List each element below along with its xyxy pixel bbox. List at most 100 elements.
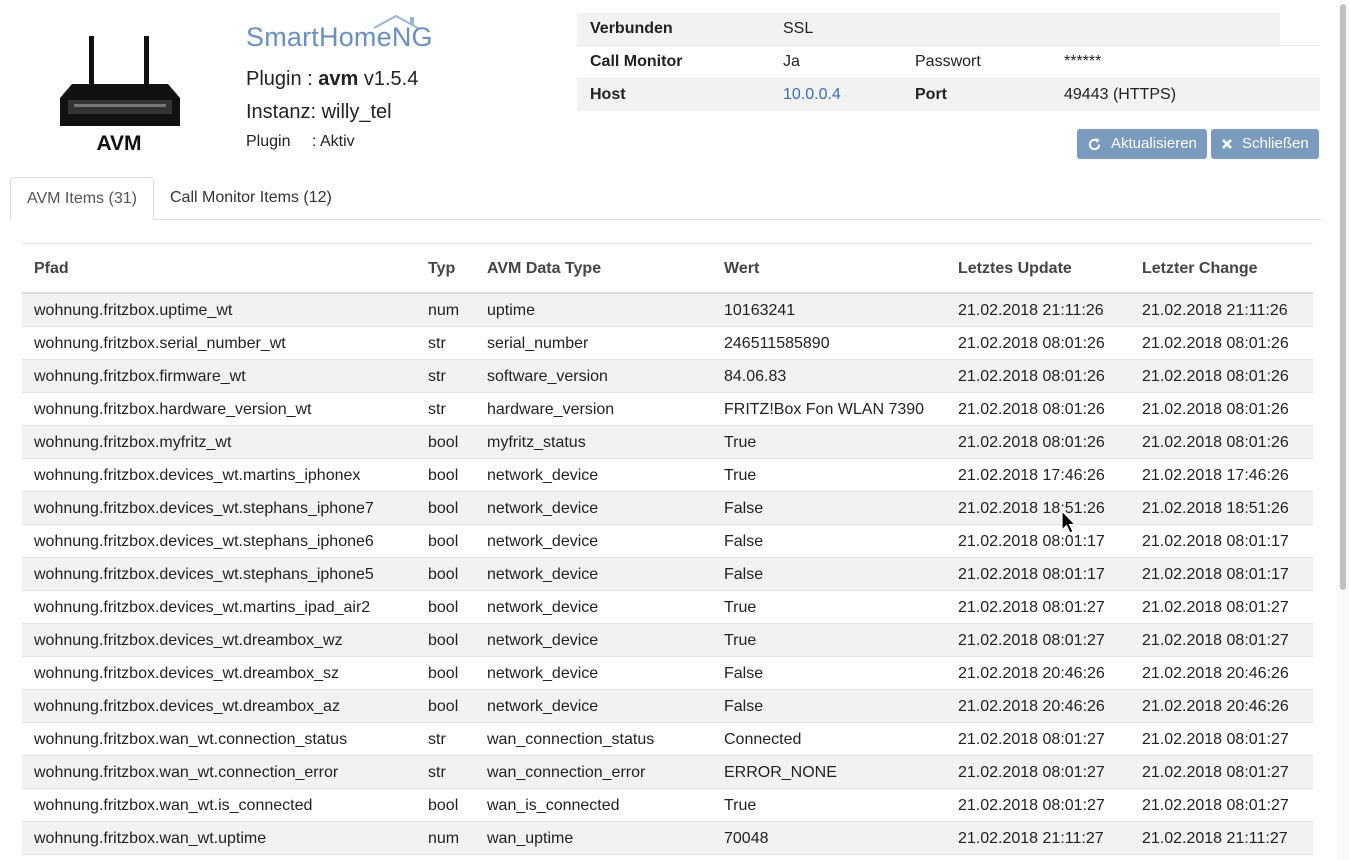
cell-type: bool [428, 434, 459, 451]
cell-path: wohnung.fritzbox.firmware_wt [34, 368, 246, 385]
cell-last-update: 21.02.2018 08:01:17 [958, 566, 1105, 583]
refresh-button[interactable]: Aktualisieren [1077, 129, 1207, 159]
avm-items-table: Pfad Typ AVM Data Type Wert Letztes Upda… [22, 243, 1313, 855]
page-scrollbar[interactable] [1337, 0, 1349, 860]
table-row: wohnung.fritzbox.devices_wt.stephans_iph… [22, 525, 1313, 558]
cell-avm-data-type: network_device [487, 665, 599, 682]
cell-value: False [724, 500, 764, 517]
cell-type: bool [428, 797, 459, 814]
scrollbar-thumb[interactable] [1340, 4, 1346, 590]
cell-last-update: 21.02.2018 08:01:26 [958, 401, 1105, 418]
header-last-update[interactable]: Letztes Update [958, 260, 1072, 278]
cell-avm-data-type: network_device [487, 566, 599, 583]
cell-last-change: 21.02.2018 08:01:27 [1142, 731, 1289, 748]
cell-path: wohnung.fritzbox.hardware_version_wt [34, 401, 312, 418]
cell-avm-data-type: myfritz_status [487, 434, 586, 451]
cell-value: False [724, 665, 764, 682]
avm-router-logo: AVM [58, 34, 184, 158]
cell-path: wohnung.fritzbox.uptime_wt [34, 302, 233, 319]
cell-value: True [724, 599, 757, 616]
header-value[interactable]: Wert [724, 260, 759, 278]
close-icon [1222, 139, 1232, 149]
cell-avm-data-type: hardware_version [487, 401, 615, 418]
table-row: wohnung.fritzbox.firmware_wt str software_… [22, 360, 1313, 393]
cell-avm-data-type: network_device [487, 533, 599, 550]
cell-last-change: 21.02.2018 08:01:17 [1142, 566, 1289, 583]
cell-last-update: 21.02.2018 20:46:26 [958, 698, 1105, 715]
tab-avm-items[interactable]: AVM Items (31) [10, 177, 154, 220]
cell-path: wohnung.fritzbox.wan_wt.connection_statu… [34, 731, 348, 748]
cell-value: FRITZ!Box Fon WLAN 7390 [724, 401, 925, 418]
host-link[interactable]: 10.0.0.4 [783, 86, 841, 104]
mouse-cursor-icon [1061, 510, 1077, 534]
instance-text: Instanz: willy_tel [246, 101, 392, 123]
cell-last-change: 21.02.2018 08:01:27 [1142, 632, 1289, 649]
cell-avm-data-type: network_device [487, 698, 599, 715]
cell-path: wohnung.fritzbox.serial_number_wt [34, 335, 286, 352]
call-monitor-value: Ja [783, 53, 800, 70]
cell-last-update: 21.02.2018 21:11:26 [958, 302, 1104, 319]
cell-avm-data-type: serial_number [487, 335, 589, 352]
cell-path: wohnung.fritzbox.devices_wt.stephans_iph… [34, 566, 374, 583]
cell-value: False [724, 566, 764, 583]
table-row: wohnung.fritzbox.devices_wt.dreambox_az b… [22, 690, 1313, 723]
cell-avm-data-type: wan_connection_status [487, 731, 655, 748]
cell-last-update: 21.02.2018 18:51:26 [958, 500, 1105, 517]
table-row: wohnung.fritzbox.devices_wt.stephans_iph… [22, 558, 1313, 591]
cell-last-change: 21.02.2018 08:01:26 [1142, 401, 1289, 418]
close-button[interactable]: Schließen [1211, 129, 1319, 159]
cell-last-update: 21.02.2018 08:01:27 [958, 764, 1105, 781]
cell-value: 10163241 [724, 302, 796, 319]
cell-last-change: 21.02.2018 21:11:26 [1142, 302, 1288, 319]
cell-value: 84.06.83 [724, 368, 787, 385]
plugin-state: Plugin: Aktiv [246, 133, 355, 151]
cell-type: str [428, 335, 446, 352]
cell-path: wohnung.fritzbox.devices_wt.martins_ipho… [34, 467, 361, 484]
table-body: wohnung.fritzbox.uptime_wt num uptime 10163… [22, 294, 1313, 855]
plugin-state-value: : Aktiv [312, 133, 355, 150]
call-monitor-label: Call Monitor [590, 53, 683, 70]
table-row: wohnung.fritzbox.wan_wt.is_connected bool… [22, 789, 1313, 822]
smarthomeng-logo: SmartHomeNG [246, 14, 433, 56]
password-label: Passwort [915, 53, 981, 70]
table-row: wohnung.fritzbox.wan_wt.connection_statu… [22, 723, 1313, 756]
cell-value: False [724, 698, 764, 715]
cell-path: wohnung.fritzbox.devices_wt.stephans_iph… [34, 500, 374, 517]
cell-avm-data-type: network_device [487, 599, 599, 616]
cell-value: True [724, 632, 757, 649]
cell-last-update: 21.02.2018 08:01:26 [958, 335, 1105, 352]
cell-avm-data-type: wan_is_connected [487, 797, 620, 814]
cell-avm-data-type: wan_uptime [487, 830, 574, 847]
cell-last-change: 21.02.2018 21:11:27 [1142, 830, 1288, 847]
cell-last-change: 21.02.2018 08:01:26 [1142, 368, 1289, 385]
cell-value: Connected [724, 731, 802, 748]
cell-type: num [428, 830, 460, 847]
cell-type: bool [428, 467, 459, 484]
device-caption: AVM [96, 132, 142, 155]
tab-call-monitor-items[interactable]: Call Monitor Items (12) [154, 177, 348, 219]
cell-value: True [724, 467, 757, 484]
cell-type: str [428, 731, 446, 748]
cell-avm-data-type: network_device [487, 500, 599, 517]
header-last-change[interactable]: Letzter Change [1142, 260, 1258, 278]
cell-avm-data-type: network_device [487, 632, 599, 649]
cell-path: wohnung.fritzbox.devices_wt.stephans_iph… [34, 533, 374, 550]
table-row: wohnung.fritzbox.uptime_wt num uptime 10163… [22, 294, 1313, 327]
table-row: wohnung.fritzbox.devices_wt.dreambox_sz b… [22, 657, 1313, 690]
cell-path: wohnung.fritzbox.devices_wt.dreambox_az [34, 698, 340, 715]
cell-type: bool [428, 500, 459, 517]
cell-last-update: 21.02.2018 08:01:27 [958, 731, 1105, 748]
cell-last-change: 21.02.2018 08:01:17 [1142, 533, 1289, 550]
cell-path: wohnung.fritzbox.myfritz_wt [34, 434, 232, 451]
close-button-label: Schließen [1242, 135, 1309, 152]
cell-last-update: 21.02.2018 08:01:26 [958, 434, 1105, 451]
header-type[interactable]: Typ [428, 260, 455, 278]
cell-type: str [428, 764, 446, 781]
table-row: wohnung.fritzbox.hardware_version_wt str h… [22, 393, 1313, 426]
cell-last-change: 21.02.2018 08:01:27 [1142, 599, 1289, 616]
cell-type: str [428, 401, 446, 418]
cell-value: False [724, 533, 764, 550]
header-path[interactable]: Pfad [34, 260, 69, 278]
header-avm-data-type[interactable]: AVM Data Type [487, 260, 601, 278]
connected-label: Verbunden [590, 20, 673, 37]
